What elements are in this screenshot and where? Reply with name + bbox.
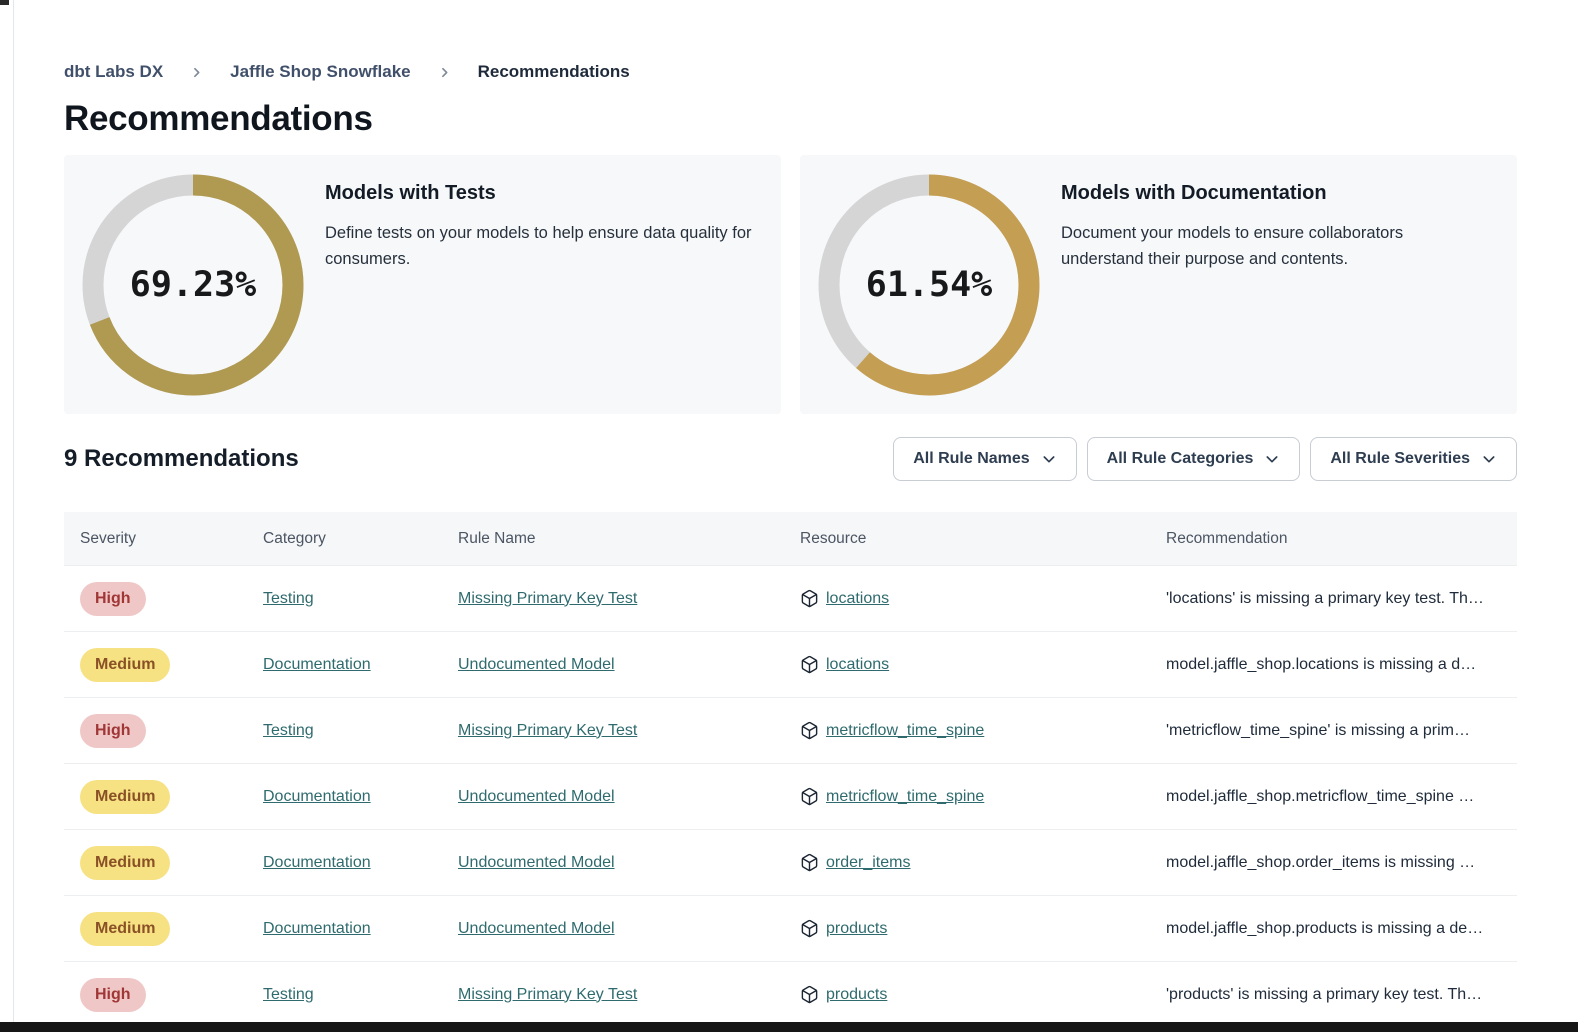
card-title-documentation: Models with Documentation bbox=[1061, 182, 1489, 205]
resource-link[interactable]: products bbox=[826, 986, 887, 1004]
table-body: High Testing Missing Primary Key Test lo… bbox=[64, 566, 1517, 1028]
model-cube-icon bbox=[800, 985, 819, 1004]
category-link[interactable]: Documentation bbox=[263, 854, 371, 871]
rule-name-link[interactable]: Missing Primary Key Test bbox=[458, 722, 637, 739]
resource-link[interactable]: order_items bbox=[826, 854, 910, 872]
model-cube-icon bbox=[800, 787, 819, 806]
model-cube-icon bbox=[800, 919, 819, 938]
chevron-down-icon bbox=[1264, 451, 1280, 467]
model-cube-icon bbox=[800, 655, 819, 674]
table-row: High Testing Missing Primary Key Test pr… bbox=[64, 962, 1517, 1028]
severity-badge: High bbox=[80, 978, 146, 1012]
rule-categories-filter-label: All Rule Categories bbox=[1107, 450, 1254, 468]
recommendation-text: 'metricflow_time_spine' is missing a pri… bbox=[1150, 722, 1517, 740]
category-link[interactable]: Documentation bbox=[263, 656, 371, 673]
card-description-tests: Define tests on your models to help ensu… bbox=[325, 220, 753, 272]
recommendations-table: Severity Category Rule Name Resource Rec… bbox=[64, 512, 1517, 1028]
severity-badge: High bbox=[80, 582, 146, 616]
category-link[interactable]: Documentation bbox=[263, 920, 371, 937]
card-description-documentation: Document your models to ensure collabora… bbox=[1061, 220, 1489, 272]
table-row: Medium Documentation Undocumented Model … bbox=[64, 896, 1517, 962]
chevron-down-icon bbox=[1481, 451, 1497, 467]
table-row: High Testing Missing Primary Key Test me… bbox=[64, 698, 1517, 764]
donut-value-documentation: 61.54% bbox=[818, 174, 1040, 396]
metric-cards: 69.23% Models with Tests Define tests on… bbox=[64, 155, 1517, 414]
corner-artifact bbox=[0, 0, 9, 5]
sidebar-edge-divider bbox=[13, 0, 14, 1022]
breadcrumb-item-project[interactable]: dbt Labs DX bbox=[64, 62, 163, 82]
rule-names-filter-label: All Rule Names bbox=[913, 450, 1029, 468]
resource-link[interactable]: locations bbox=[826, 590, 889, 608]
category-link[interactable]: Testing bbox=[263, 986, 314, 1003]
rule-name-link[interactable]: Missing Primary Key Test bbox=[458, 986, 637, 1003]
donut-value-tests: 69.23% bbox=[82, 174, 304, 396]
resource-link[interactable]: metricflow_time_spine bbox=[826, 788, 984, 806]
category-link[interactable]: Testing bbox=[263, 590, 314, 607]
card-models-with-tests: 69.23% Models with Tests Define tests on… bbox=[64, 155, 781, 414]
resource-link[interactable]: products bbox=[826, 920, 887, 938]
rule-severities-filter-dropdown[interactable]: All Rule Severities bbox=[1310, 437, 1517, 481]
recommendation-text: model.jaffle_shop.order_items is missing… bbox=[1150, 854, 1517, 872]
rule-categories-filter-dropdown[interactable]: All Rule Categories bbox=[1087, 437, 1301, 481]
card-title-tests: Models with Tests bbox=[325, 182, 753, 205]
chevron-down-icon bbox=[1041, 451, 1057, 467]
severity-badge: Medium bbox=[80, 780, 170, 814]
severity-badge: High bbox=[80, 714, 146, 748]
resource-link[interactable]: locations bbox=[826, 656, 889, 674]
bottom-dark-bar bbox=[0, 1022, 1578, 1032]
table-row: Medium Documentation Undocumented Model … bbox=[64, 632, 1517, 698]
donut-chart-tests: 69.23% bbox=[82, 174, 304, 396]
column-header-rule-name: Rule Name bbox=[442, 530, 784, 548]
severity-badge: Medium bbox=[80, 648, 170, 682]
breadcrumb: dbt Labs DX Jaffle Shop Snowflake Recomm… bbox=[64, 62, 1517, 82]
table-row: Medium Documentation Undocumented Model … bbox=[64, 764, 1517, 830]
severity-badge: Medium bbox=[80, 912, 170, 946]
chevron-right-icon bbox=[190, 66, 203, 79]
recommendations-count-heading: 9 Recommendations bbox=[64, 445, 299, 473]
rule-names-filter-dropdown[interactable]: All Rule Names bbox=[893, 437, 1076, 481]
table-row: High Testing Missing Primary Key Test lo… bbox=[64, 566, 1517, 632]
card-models-with-documentation: 61.54% Models with Documentation Documen… bbox=[800, 155, 1517, 414]
rule-name-link[interactable]: Undocumented Model bbox=[458, 788, 615, 805]
rule-name-link[interactable]: Undocumented Model bbox=[458, 656, 615, 673]
column-header-resource: Resource bbox=[784, 530, 1150, 548]
filter-bar: All Rule Names All Rule Categories All R… bbox=[893, 437, 1517, 481]
column-header-recommendation: Recommendation bbox=[1150, 530, 1517, 548]
rule-severities-filter-label: All Rule Severities bbox=[1330, 450, 1470, 468]
recommendation-text: 'locations' is missing a primary key tes… bbox=[1150, 590, 1517, 608]
rule-name-link[interactable]: Undocumented Model bbox=[458, 920, 615, 937]
recommendation-text: model.jaffle_shop.products is missing a … bbox=[1150, 920, 1517, 938]
table-header-row: Severity Category Rule Name Resource Rec… bbox=[64, 512, 1517, 566]
category-link[interactable]: Documentation bbox=[263, 788, 371, 805]
recommendation-text: model.jaffle_shop.metricflow_time_spine … bbox=[1150, 788, 1517, 806]
main-content: dbt Labs DX Jaffle Shop Snowflake Recomm… bbox=[0, 0, 1578, 1028]
model-cube-icon bbox=[800, 721, 819, 740]
chevron-right-icon bbox=[438, 66, 451, 79]
column-header-category: Category bbox=[247, 530, 442, 548]
donut-chart-documentation: 61.54% bbox=[818, 174, 1040, 396]
recommendation-text: 'products' is missing a primary key test… bbox=[1150, 986, 1517, 1004]
model-cube-icon bbox=[800, 589, 819, 608]
severity-badge: Medium bbox=[80, 846, 170, 880]
recommendation-text: model.jaffle_shop.locations is missing a… bbox=[1150, 656, 1517, 674]
model-cube-icon bbox=[800, 853, 819, 872]
column-header-severity: Severity bbox=[64, 530, 247, 548]
resource-link[interactable]: metricflow_time_spine bbox=[826, 722, 984, 740]
breadcrumb-item-current: Recommendations bbox=[478, 62, 630, 82]
rule-name-link[interactable]: Undocumented Model bbox=[458, 854, 615, 871]
table-row: Medium Documentation Undocumented Model … bbox=[64, 830, 1517, 896]
category-link[interactable]: Testing bbox=[263, 722, 314, 739]
rule-name-link[interactable]: Missing Primary Key Test bbox=[458, 590, 637, 607]
breadcrumb-item-environment[interactable]: Jaffle Shop Snowflake bbox=[230, 62, 410, 82]
page-title: Recommendations bbox=[64, 99, 1517, 139]
